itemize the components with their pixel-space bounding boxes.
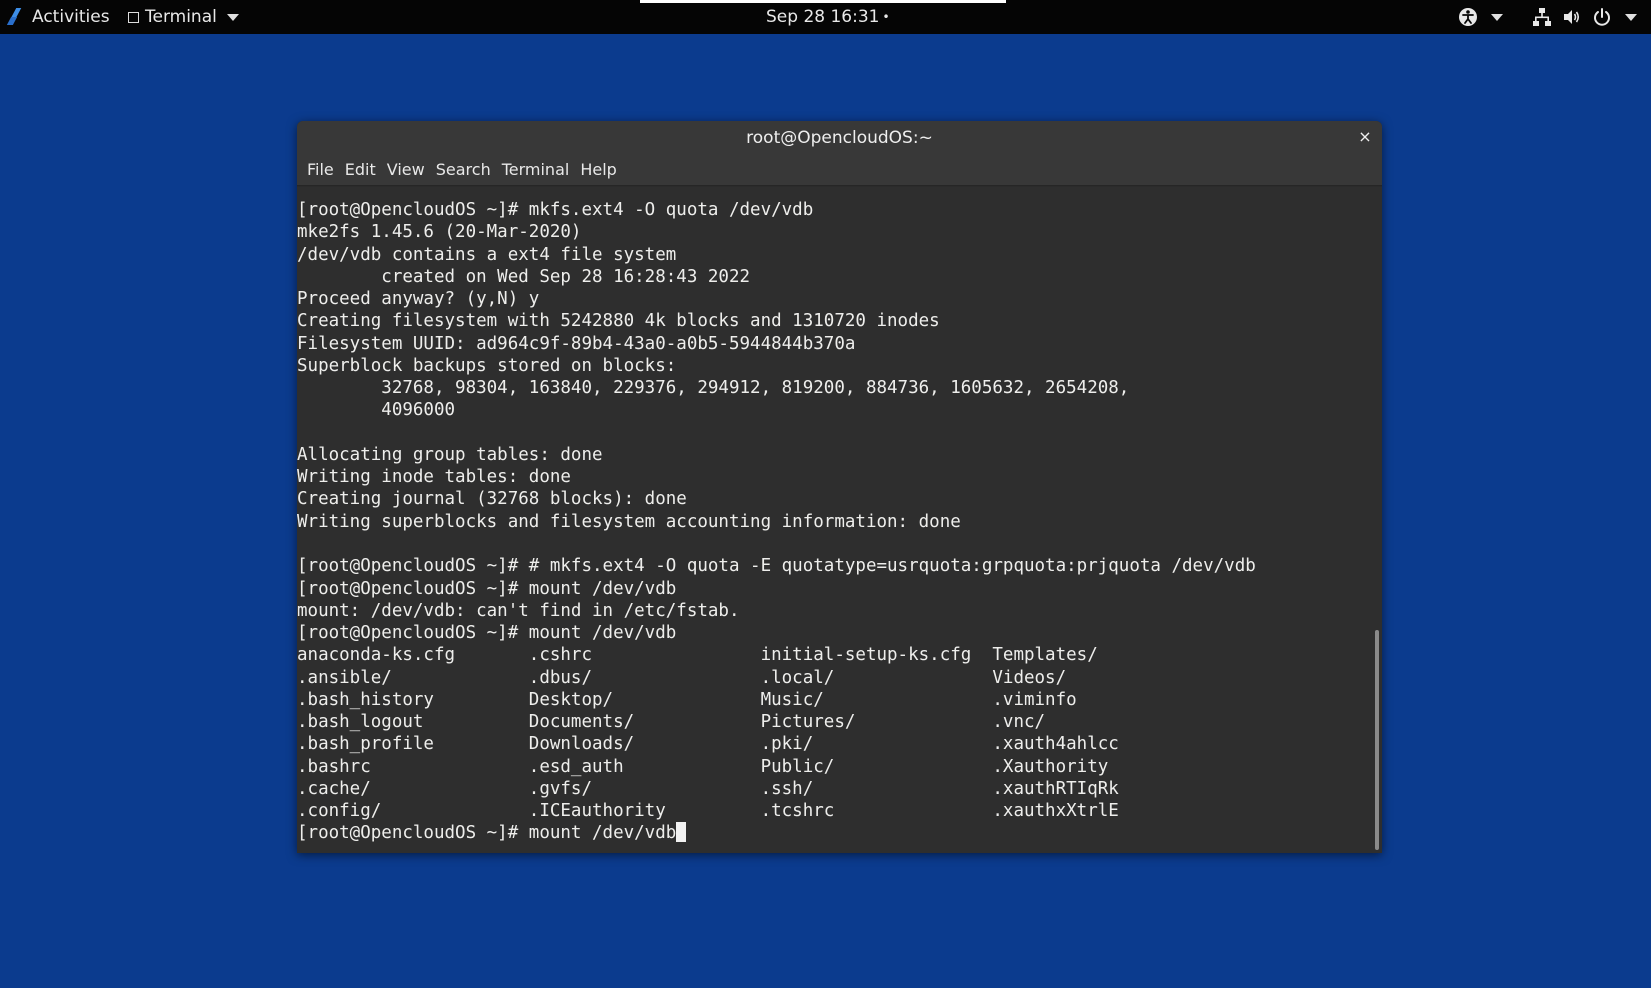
terminal-line: mount: /dev/vdb: can't find in /etc/fsta… xyxy=(297,600,740,621)
app-menu-label: Terminal xyxy=(145,7,217,27)
terminal-line: 4096000 xyxy=(297,400,456,421)
notification-dot: • xyxy=(882,10,890,24)
terminal-line: .ansible/ .dbus/ .local/ Videos/ xyxy=(297,667,1067,688)
terminal-line: [root@OpencloudOS ~]# mount /dev/vdb xyxy=(297,578,677,599)
terminal-line: Creating journal (32768 blocks): done xyxy=(297,489,687,510)
menu-edit[interactable]: Edit xyxy=(341,160,383,179)
terminal-line: Creating filesystem with 5242880 4k bloc… xyxy=(297,311,940,332)
terminal-prompt-line: [root@OpencloudOS ~]# mount /dev/vdb xyxy=(297,823,677,844)
menu-file[interactable]: File xyxy=(303,160,341,179)
network-icon xyxy=(1531,6,1553,28)
window-titlebar[interactable]: root@OpencloudOS:~ × xyxy=(297,121,1382,154)
chevron-down-icon xyxy=(226,13,239,21)
top-bar: Activities Terminal Sep 28 16:31 • xyxy=(0,0,1651,34)
app-menu-button[interactable]: Terminal xyxy=(128,0,239,34)
terminal-text: [root@OpencloudOS ~]# mkfs.ext4 -O quota… xyxy=(297,199,1256,845)
terminal-line: .bash_history Desktop/ Music/ .viminfo xyxy=(297,689,1077,710)
terminal-line: .cache/ .gvfs/ .ssh/ .xauthRTIqRk xyxy=(297,778,1119,799)
terminal-output[interactable]: [root@OpencloudOS ~]# mkfs.ext4 -O quota… xyxy=(297,187,1372,853)
volume-icon xyxy=(1561,6,1583,28)
menu-terminal[interactable]: Terminal xyxy=(498,160,577,179)
terminal-line: .bashrc .esd_auth Public/ .Xauthority xyxy=(297,756,1109,777)
terminal-line: [root@OpencloudOS ~]# mkfs.ext4 -O quota… xyxy=(297,200,814,220)
scrollbar-thumb[interactable] xyxy=(1375,630,1379,850)
menu-search[interactable]: Search xyxy=(432,160,498,179)
terminal-line: 32768, 98304, 163840, 229376, 294912, 81… xyxy=(297,378,1130,399)
menu-view[interactable]: View xyxy=(383,160,432,179)
chevron-down-icon xyxy=(1491,13,1503,21)
terminal-line: Writing superblocks and filesystem accou… xyxy=(297,511,961,532)
clock-button[interactable]: Sep 28 16:31 • xyxy=(766,0,890,34)
terminal-line: Writing inode tables: done xyxy=(297,467,571,488)
menu-help[interactable]: Help xyxy=(576,160,623,179)
terminal-line: mke2fs 1.45.6 (20-Mar-2020) xyxy=(297,222,582,243)
close-icon[interactable]: × xyxy=(1356,128,1374,146)
accessibility-menu-button[interactable] xyxy=(1457,6,1503,28)
activities-button[interactable]: Activities xyxy=(8,0,110,34)
terminal-line: anaconda-ks.cfg .cshrc initial-setup-ks.… xyxy=(297,645,1098,666)
terminal-line: .bash_profile Downloads/ .pki/ .xauth4ah… xyxy=(297,734,1119,755)
chevron-down-icon xyxy=(1625,13,1637,21)
terminal-line: Allocating group tables: done xyxy=(297,444,603,465)
clock-label: Sep 28 16:31 xyxy=(766,7,880,27)
terminal-line: [root@OpencloudOS ~]# # mkfs.ext4 -O quo… xyxy=(297,556,1256,577)
status-area xyxy=(1439,0,1637,34)
text-cursor xyxy=(676,822,687,843)
power-icon xyxy=(1591,6,1613,28)
terminal-line: /dev/vdb contains a ext4 file system xyxy=(297,244,677,265)
terminal-line: Proceed anyway? (y,N) y xyxy=(297,289,540,310)
terminal-line: .bash_logout Documents/ Pictures/ .vnc/ xyxy=(297,712,1046,733)
terminal-window: root@OpencloudOS:~ × File Edit View Sear… xyxy=(297,121,1382,853)
accessibility-icon xyxy=(1457,6,1479,28)
terminal-line: [root@OpencloudOS ~]# mount /dev/vdb xyxy=(297,623,677,644)
terminal-app-icon xyxy=(128,11,139,23)
system-menu-button[interactable] xyxy=(1531,6,1637,28)
terminal-line: Filesystem UUID: ad964c9f-89b4-43a0-a0b5… xyxy=(297,333,856,354)
menu-bar: File Edit View Search Terminal Help xyxy=(297,154,1382,186)
distro-logo-icon xyxy=(8,8,24,26)
terminal-scrollbar[interactable] xyxy=(1372,187,1382,853)
terminal-line: Superblock backups stored on blocks: xyxy=(297,355,677,376)
activities-label: Activities xyxy=(32,7,110,27)
window-title: root@OpencloudOS:~ xyxy=(746,127,933,148)
terminal-line: .config/ .ICEauthority .tcshrc .xauthxXt… xyxy=(297,801,1119,822)
terminal-line: created on Wed Sep 28 16:28:43 2022 xyxy=(297,266,751,287)
